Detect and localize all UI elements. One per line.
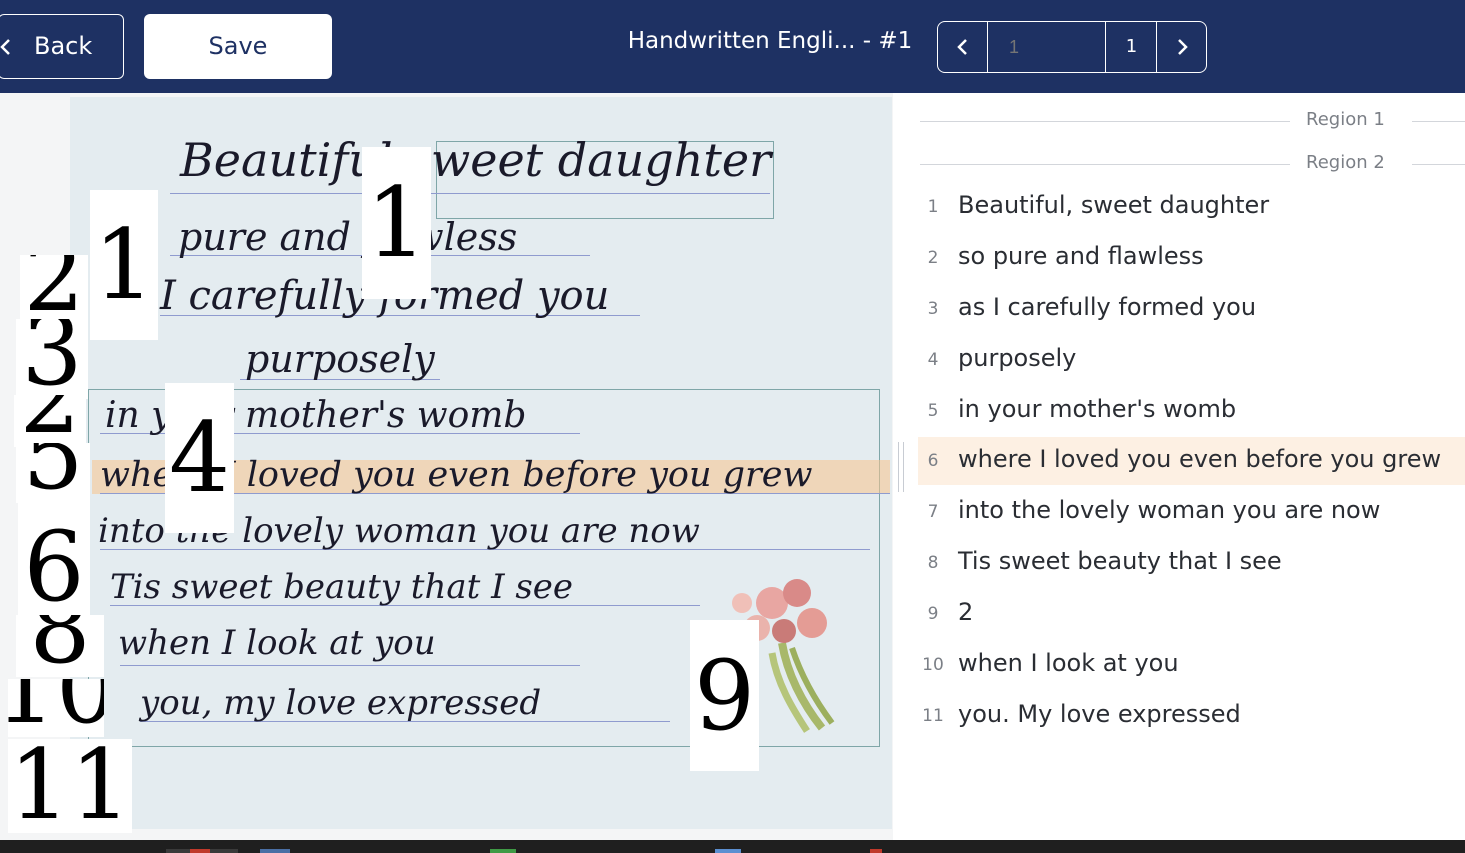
chevron-left-icon — [956, 39, 967, 55]
transcript-line[interactable]: 2 so pure and flawless — [918, 234, 1465, 280]
line-number: 9 — [927, 604, 939, 624]
previous-page-button[interactable] — [938, 22, 988, 72]
line-text[interactable]: when I look at you — [958, 649, 1179, 677]
line-number-tag[interactable]: 3 — [16, 319, 88, 399]
region-header-1[interactable]: Region 1 — [920, 109, 1465, 133]
page-navigator: 1 — [937, 21, 1207, 73]
transcript-line-active[interactable]: 6 where I loved you even before you grew — [918, 437, 1465, 485]
line-number: 5 — [927, 401, 939, 421]
transcript-line[interactable]: 1 Beautiful, sweet daughter — [918, 183, 1465, 229]
line-text[interactable]: Beautiful, sweet daughter — [958, 191, 1269, 219]
line-number-tag[interactable]: 2 — [20, 255, 88, 325]
line-number-tag[interactable]: 10 — [8, 679, 104, 737]
line-number-tag[interactable]: 11 — [8, 739, 132, 833]
line-text[interactable]: 2 — [958, 598, 973, 626]
line-number-tag[interactable]: 5 — [16, 443, 90, 503]
line-number: 10 — [922, 655, 944, 675]
line-text[interactable]: purposely — [958, 344, 1076, 372]
line-text[interactable]: Tis sweet beauty that I see — [958, 547, 1282, 575]
line-number: 4 — [927, 350, 939, 370]
transcript-line[interactable]: 7 into the lovely woman you are now — [918, 488, 1465, 534]
line-number: 3 — [927, 299, 939, 319]
line-text[interactable]: into the lovely woman you are now — [958, 496, 1380, 524]
line-number-tag[interactable]: 2 — [14, 395, 86, 447]
line-number-tag[interactable]: 8 — [16, 615, 104, 677]
handwriting-line: Beautiful sweet daughter — [180, 133, 772, 187]
transcript-line[interactable]: 10 when I look at you — [918, 641, 1465, 687]
back-label: Back — [34, 32, 93, 60]
transcript-line[interactable]: 8 Tis sweet beauty that I see — [918, 539, 1465, 585]
line-number: 2 — [927, 248, 939, 268]
line-number: 7 — [927, 502, 939, 522]
line-number-tag[interactable]: 1 — [362, 147, 431, 299]
line-text[interactable]: as I carefully formed you — [958, 293, 1256, 321]
page-total: 1 — [1105, 22, 1157, 72]
document-image-viewer[interactable]: Beautiful sweet daughter pure and flawle… — [0, 93, 893, 840]
line-number-tag[interactable]: 4 — [165, 383, 234, 533]
os-taskbar — [0, 840, 1465, 853]
line-number: 1 — [927, 197, 939, 217]
line-text[interactable]: in your mother's womb — [958, 395, 1236, 423]
line-number: 8 — [927, 553, 939, 573]
document-title: Handwritten Engli... - #1 — [627, 28, 913, 54]
line-number: 11 — [922, 706, 944, 726]
transcript-line[interactable]: 11 you. My love expressed — [918, 692, 1465, 738]
line-text[interactable]: you. My love expressed — [958, 700, 1241, 728]
back-button[interactable]: Back — [0, 14, 124, 79]
transcript-line[interactable]: 4 purposely — [918, 336, 1465, 382]
top-toolbar: Back Save Handwritten Engli... - #1 1 — [0, 0, 1465, 93]
chevron-right-icon — [1177, 39, 1188, 55]
line-number-tag[interactable]: 9 — [690, 620, 759, 771]
handwriting-line: when I look at you — [118, 623, 436, 663]
handwriting-line: Tis sweet beauty that I see — [110, 567, 574, 607]
transcript-line[interactable]: 3 as I carefully formed you — [918, 285, 1465, 331]
line-text[interactable]: where I loved you even before you grew — [958, 445, 1441, 473]
region-name: Region 1 — [1306, 109, 1385, 130]
region-header-2[interactable]: Region 2 — [920, 152, 1465, 176]
line-number-tag[interactable]: 1 — [90, 190, 158, 340]
next-page-button[interactable] — [1156, 22, 1206, 72]
handwriting-line: pure and flawless — [178, 215, 518, 259]
line-number: 6 — [927, 451, 939, 471]
transcript-line[interactable]: 9 2 — [918, 590, 1465, 636]
region-name: Region 2 — [1306, 152, 1385, 173]
transcript-line[interactable]: 5 in your mother's womb — [918, 387, 1465, 433]
page-number-input[interactable] — [989, 22, 1105, 72]
line-text[interactable]: so pure and flawless — [958, 242, 1204, 270]
chevron-left-icon — [0, 39, 10, 55]
transcription-panel: Region 1 Region 2 1 Beautiful, sweet dau… — [904, 93, 1465, 840]
handwriting-line: purposely — [245, 337, 435, 381]
save-button[interactable]: Save — [144, 14, 332, 79]
handwriting-line: you, my love expressed — [140, 683, 542, 723]
